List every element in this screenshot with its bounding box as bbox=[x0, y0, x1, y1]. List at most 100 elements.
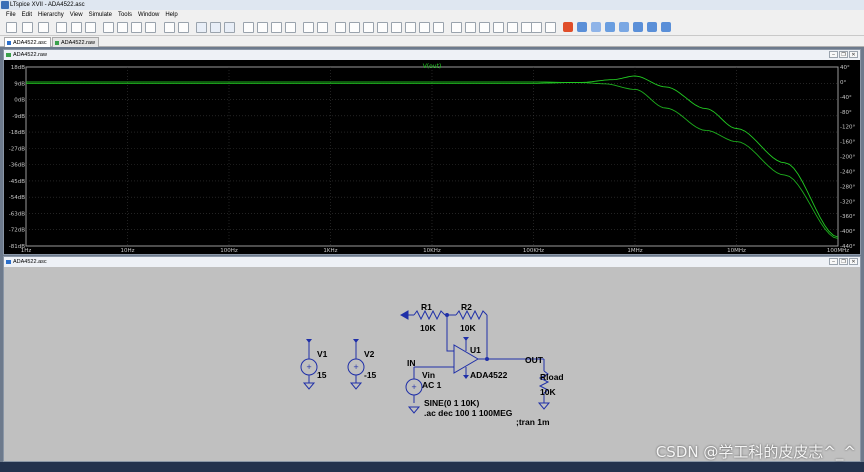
restore-button[interactable]: ❐ bbox=[839, 258, 848, 265]
resistor-r2[interactable] bbox=[455, 309, 488, 321]
trace-label[interactable]: V(out) bbox=[423, 63, 442, 70]
x-tick-label: 10Hz bbox=[120, 248, 134, 254]
schematic-window-title: ADA4522.asc – ❐ ✕ bbox=[4, 257, 860, 267]
label-v2[interactable]: V2 bbox=[364, 349, 375, 359]
component-icon[interactable] bbox=[433, 22, 444, 33]
label-r1-value[interactable]: 10K bbox=[420, 323, 436, 333]
left-tick-label: -45dB bbox=[9, 179, 25, 185]
menu-tools[interactable]: Tools bbox=[115, 10, 135, 20]
redo-icon[interactable] bbox=[493, 22, 504, 33]
close-button[interactable]: ✕ bbox=[849, 51, 858, 58]
x-tick-label: 100KHz bbox=[523, 248, 544, 254]
menu-edit[interactable]: Edit bbox=[19, 10, 35, 20]
tab-ada4522-raw[interactable]: ADA4522.raw bbox=[52, 37, 99, 47]
ime-shirt-icon[interactable] bbox=[647, 22, 657, 32]
text-icon[interactable] bbox=[531, 22, 542, 33]
window-title: LTspice XVII - ADA4522.asc bbox=[10, 2, 85, 8]
label-r2[interactable]: R2 bbox=[461, 302, 472, 312]
zoom-fit-icon[interactable] bbox=[145, 22, 156, 33]
tran-directive-comment[interactable]: ;tran 1m bbox=[516, 417, 550, 427]
restore-button[interactable]: ❐ bbox=[839, 51, 848, 58]
label-vin-ac[interactable]: AC 1 bbox=[422, 380, 442, 390]
label-rload-value[interactable]: 10K bbox=[540, 387, 556, 397]
label-r1[interactable]: R1 bbox=[421, 302, 432, 312]
capacitor-icon[interactable] bbox=[391, 22, 402, 33]
schematic-canvas[interactable]: + + + R1 10K R2 10K U1 ADA4522 V1 15 V2 … bbox=[4, 267, 860, 461]
diode-icon[interactable] bbox=[419, 22, 430, 33]
move-icon[interactable] bbox=[451, 22, 462, 33]
print-preview-icon[interactable] bbox=[317, 22, 328, 33]
open-folder-icon[interactable] bbox=[22, 22, 33, 33]
autorange-icon[interactable] bbox=[164, 22, 175, 33]
resistor-icon[interactable] bbox=[377, 22, 388, 33]
minimize-button[interactable]: – bbox=[829, 258, 838, 265]
label-vin[interactable]: Vin bbox=[422, 370, 435, 380]
ime-grid-icon[interactable] bbox=[661, 22, 671, 32]
label-vin-sine[interactable]: SINE(0 1 10K) bbox=[424, 398, 479, 408]
label-net-icon[interactable] bbox=[363, 22, 374, 33]
draw-wire-icon[interactable] bbox=[335, 22, 346, 33]
label-rload[interactable]: Rload bbox=[540, 372, 564, 382]
ime-punct-icon[interactable] bbox=[591, 22, 601, 32]
ime-keyboard-icon[interactable] bbox=[633, 22, 643, 32]
print-icon[interactable] bbox=[303, 22, 314, 33]
taskbar[interactable] bbox=[0, 462, 864, 472]
cut-icon[interactable] bbox=[243, 22, 254, 33]
menu-hierarchy[interactable]: Hierarchy bbox=[35, 10, 67, 20]
label-r2-value[interactable]: 10K bbox=[460, 323, 476, 333]
save-icon[interactable] bbox=[38, 22, 49, 33]
menu-file[interactable]: File bbox=[3, 10, 19, 20]
label-u1[interactable]: U1 bbox=[470, 345, 481, 355]
label-v1[interactable]: V1 bbox=[317, 349, 328, 359]
halt-icon[interactable] bbox=[85, 22, 96, 33]
net-label-in[interactable]: IN bbox=[407, 358, 416, 368]
spice-directive-icon[interactable] bbox=[545, 22, 556, 33]
zoom-in-icon[interactable] bbox=[117, 22, 128, 33]
left-tick-label: -27dB bbox=[9, 146, 25, 152]
resistor-r1[interactable] bbox=[413, 309, 446, 321]
waveform-icon bbox=[6, 53, 11, 57]
ime-smile-icon[interactable] bbox=[605, 22, 615, 32]
label-v2-value[interactable]: -15 bbox=[364, 370, 377, 380]
menu-window[interactable]: Window bbox=[135, 10, 162, 20]
control-panel-icon[interactable] bbox=[56, 22, 67, 33]
drag-icon[interactable] bbox=[465, 22, 476, 33]
close-button[interactable]: ✕ bbox=[849, 258, 858, 265]
net-label-out[interactable]: OUT bbox=[525, 355, 544, 365]
tab-ada4522-asc[interactable]: ADA4522.asc bbox=[4, 37, 51, 47]
label-v1-value[interactable]: 15 bbox=[317, 370, 327, 380]
minimize-button[interactable]: – bbox=[829, 51, 838, 58]
undo-icon[interactable] bbox=[479, 22, 490, 33]
paste-icon[interactable] bbox=[271, 22, 282, 33]
rotate-icon[interactable] bbox=[507, 22, 518, 33]
cascade-icon[interactable] bbox=[224, 22, 235, 33]
x-tick-label: 1KHz bbox=[323, 248, 337, 254]
copy-icon[interactable] bbox=[257, 22, 268, 33]
find-icon[interactable] bbox=[285, 22, 296, 33]
ime-logo-icon[interactable] bbox=[563, 22, 573, 32]
ac-directive[interactable]: .ac dec 100 1 100MEG bbox=[424, 408, 513, 418]
left-tick-label: -9dB bbox=[12, 114, 25, 120]
run-icon[interactable] bbox=[71, 22, 82, 33]
wire[interactable] bbox=[446, 315, 454, 352]
menu-simulate[interactable]: Simulate bbox=[86, 10, 115, 20]
tile-horizontal-icon[interactable] bbox=[196, 22, 207, 33]
ground-icon[interactable] bbox=[349, 22, 360, 33]
zoom-out-icon[interactable] bbox=[131, 22, 142, 33]
label-u1-part[interactable]: ADA4522 bbox=[470, 370, 508, 380]
bode-plot[interactable]: 18dB 9dB 0dB -9dB -18dB -27dB -36dB -45dB -54dB -… bbox=[4, 60, 860, 254]
delete-plot-icon[interactable] bbox=[178, 22, 189, 33]
ime-mic-icon[interactable] bbox=[619, 22, 629, 32]
menu-help[interactable]: Help bbox=[162, 10, 180, 20]
waveform-plot[interactable]: 18dB 9dB 0dB -9dB -18dB -27dB -36dB -45dB -54dB -… bbox=[4, 60, 860, 254]
left-tick-label: -36dB bbox=[9, 163, 25, 169]
ime-lang-icon[interactable] bbox=[577, 22, 587, 32]
app-icon bbox=[1, 1, 9, 9]
tile-vertical-icon[interactable] bbox=[210, 22, 221, 33]
x-tick-label: 10KHz bbox=[423, 248, 441, 254]
new-schematic-icon[interactable] bbox=[6, 22, 17, 33]
menu-view[interactable]: View bbox=[67, 10, 86, 20]
inductor-icon[interactable] bbox=[405, 22, 416, 33]
schematic-drawing[interactable]: + + + R1 10K R2 10K U1 ADA4522 V1 15 V2 … bbox=[4, 267, 860, 463]
pan-icon[interactable] bbox=[103, 22, 114, 33]
